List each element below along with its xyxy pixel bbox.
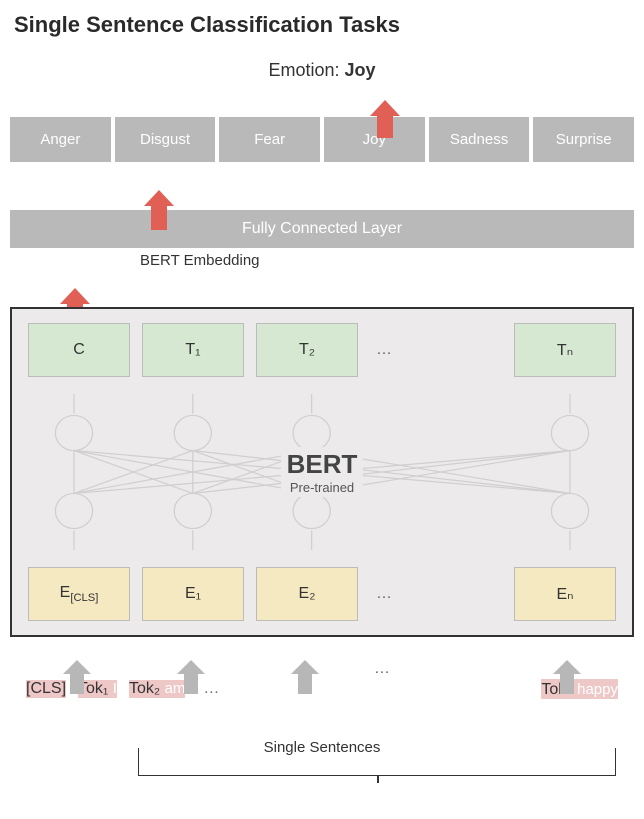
- token-1-word: I: [113, 680, 117, 697]
- token-2: Tok₂ am: [129, 680, 185, 698]
- token-1-top: Tok₁: [78, 680, 108, 697]
- output-line: Emotion: Joy: [0, 60, 644, 81]
- bert-in-e2: E₂: [256, 567, 358, 621]
- input-tokens-row: [CLS] Tok₁ I Tok₂ am … Tokₙ happy: [0, 679, 644, 699]
- bert-in-en: Eₙ: [514, 567, 616, 621]
- token-2-top: Tok₂: [129, 680, 160, 697]
- token-n-top: Tokₙ: [541, 681, 572, 698]
- ellipsis-in: …: [370, 585, 398, 603]
- token-2-word: am: [165, 680, 186, 697]
- token-n-word: happy: [577, 681, 618, 698]
- bert-name: BERT: [287, 449, 358, 480]
- emotion-disgust: Disgust: [115, 117, 216, 162]
- bert-model-box: C T₁ T₂ … Tₙ: [10, 307, 634, 637]
- sentence-bracket: [138, 748, 616, 776]
- token-cls: [CLS]: [26, 680, 66, 698]
- token-cls-top: [CLS]: [26, 680, 66, 697]
- emotion-anger: Anger: [10, 117, 111, 162]
- bert-in-e1: E₁: [142, 567, 244, 621]
- bert-in-ecls: E[CLS]: [28, 567, 130, 621]
- bert-out-t1: T₁: [142, 323, 244, 377]
- emotion-surprise: Surprise: [533, 117, 634, 162]
- emotion-classes-row: Anger Disgust Fear Joy Sadness Surprise: [0, 117, 644, 162]
- gray-arrow-icon: [177, 660, 205, 674]
- bert-out-cls: C: [28, 323, 130, 377]
- ellipsis-out: …: [370, 341, 398, 359]
- gray-arrow-icon: [553, 660, 581, 674]
- gray-arrow-icon: [63, 660, 91, 674]
- token-n: Tokₙ happy: [541, 679, 618, 699]
- bert-output-row: C T₁ T₂ … Tₙ: [28, 323, 616, 377]
- emotion-sadness: Sadness: [429, 117, 530, 162]
- bert-label: BERT Pre-trained: [281, 447, 364, 497]
- emotion-fear: Fear: [219, 117, 320, 162]
- bert-out-tn: Tₙ: [514, 323, 616, 377]
- emotion-joy: Joy: [324, 117, 425, 162]
- bert-input-row: E[CLS] E₁ E₂ … Eₙ: [28, 567, 616, 621]
- gray-arrow-icon: [291, 660, 319, 674]
- bert-embedding-label: BERT Embedding: [140, 252, 644, 269]
- page-title: Single Sentence Classification Tasks: [0, 0, 644, 38]
- bert-middle: BERT Pre-trained: [12, 394, 632, 550]
- ellipsis-tokens: …: [197, 680, 225, 698]
- output-value: Joy: [345, 60, 376, 80]
- fully-connected-layer: Fully Connected Layer: [10, 210, 634, 248]
- token-1: Tok₁ I: [78, 680, 117, 698]
- output-label: Emotion:: [268, 60, 339, 80]
- bert-sub: Pre-trained: [287, 480, 358, 495]
- bert-out-t2: T₂: [256, 323, 358, 377]
